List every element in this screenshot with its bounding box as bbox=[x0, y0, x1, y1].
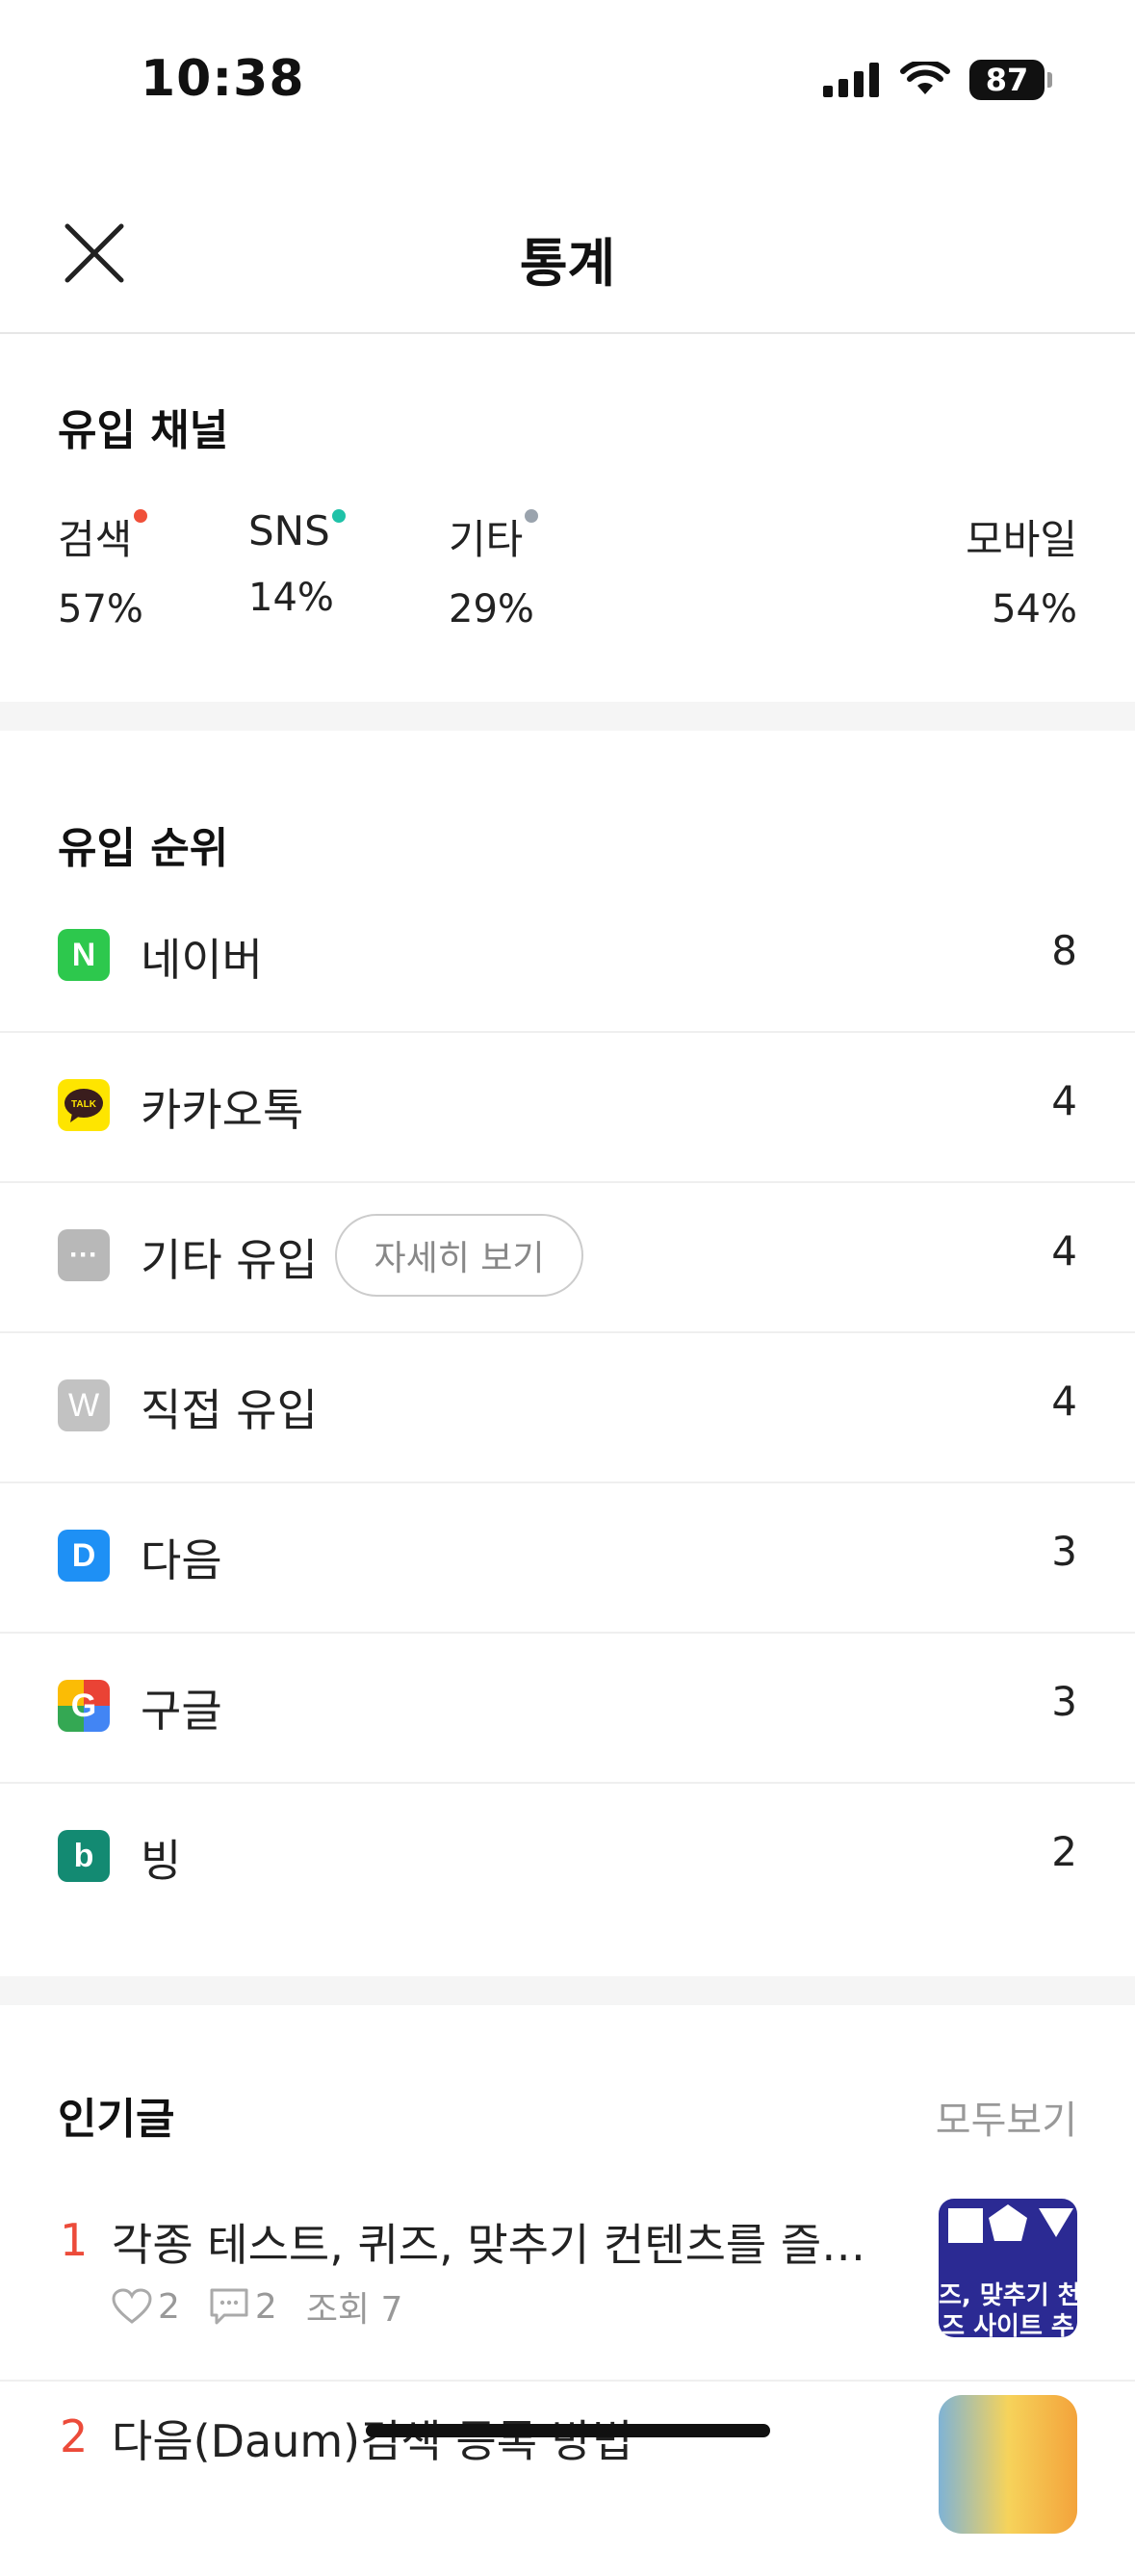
post-title: 각종 테스트, 퀴즈, 맞추기 컨텐츠를 즐기... bbox=[112, 2219, 882, 2271]
ranking-row-daum[interactable]: D 다음 3 bbox=[0, 1481, 1135, 1634]
channel-dot bbox=[525, 509, 539, 523]
channel-value: 29% bbox=[449, 587, 534, 631]
ranking-label: 카카오톡 bbox=[141, 1084, 304, 1136]
ranking-section-title: 유입 순위 bbox=[58, 824, 229, 873]
daum-icon: D bbox=[58, 1530, 110, 1582]
ranking-count: 4 bbox=[1051, 1077, 1077, 1124]
ranking-label: 빙 bbox=[141, 1835, 182, 1887]
thumb-text-line: 즈 사이트 추 bbox=[942, 2312, 1074, 2337]
ranking-label: 네이버 bbox=[141, 934, 263, 986]
ranking-row-naver[interactable]: N 네이버 8 bbox=[0, 881, 1135, 1033]
status-icons: 87 bbox=[823, 60, 1052, 100]
channel-label: SNS bbox=[248, 507, 330, 554]
channel-sns: SNS 14% bbox=[248, 507, 346, 620]
post-thumbnail: 즈, 맞추기 천 즈 사이트 추 bbox=[939, 2199, 1077, 2337]
channel-value: 57% bbox=[58, 587, 143, 631]
cellular-signal-icon bbox=[823, 63, 879, 97]
see-all-link[interactable]: 모두보기 bbox=[936, 2089, 1077, 2145]
ranking-count: 2 bbox=[1051, 1828, 1077, 1875]
comment-icon bbox=[210, 2288, 248, 2325]
status-bar: 10:38 87 bbox=[0, 0, 1135, 164]
page-title: 통계 bbox=[519, 233, 616, 294]
channel-label: 검색 bbox=[58, 516, 133, 563]
channel-label: 기타 bbox=[449, 516, 524, 563]
channel-value: 14% bbox=[248, 576, 334, 620]
ranking-row-direct[interactable]: W 직접 유입 4 bbox=[0, 1331, 1135, 1483]
post-meta: 2 2 조회 7 bbox=[112, 2281, 431, 2331]
post-title: 다음(Daum)검색 등록 방법 bbox=[112, 2415, 633, 2467]
channel-section: 유입 채널 검색 57% SNS 14% 기타 29% 모바일 54% bbox=[0, 334, 1135, 702]
popular-section-title: 인기글 bbox=[58, 2095, 175, 2144]
naver-icon: N bbox=[58, 929, 110, 981]
ranking-label: 직접 유입 bbox=[141, 1384, 318, 1436]
channel-other: 기타 29% bbox=[449, 507, 539, 631]
popular-post-item[interactable]: 2 다음(Daum)검색 등록 방법 bbox=[0, 2382, 1135, 2576]
ranking-count: 3 bbox=[1051, 1678, 1077, 1725]
google-icon: G bbox=[58, 1680, 110, 1732]
battery-indicator: 87 bbox=[969, 60, 1052, 100]
ranking-label: 기타 유입 bbox=[141, 1234, 318, 1286]
view-details-button[interactable]: 자세히 보기 bbox=[335, 1214, 583, 1297]
ranking-row-kakaotalk[interactable]: TALK 카카오톡 4 bbox=[0, 1031, 1135, 1183]
ranking-label: 구글 bbox=[141, 1685, 222, 1737]
post-likes: 2 bbox=[112, 2287, 180, 2327]
post-comment-count: 2 bbox=[254, 2286, 277, 2327]
post-views: 조회 7 bbox=[305, 2290, 403, 2330]
post-like-count: 2 bbox=[158, 2286, 180, 2327]
ranking-row-bing[interactable]: b 빙 2 bbox=[0, 1782, 1135, 1932]
ranking-count: 3 bbox=[1051, 1528, 1077, 1575]
kakaotalk-icon: TALK bbox=[58, 1079, 110, 1131]
popular-post-item[interactable]: 1 각종 테스트, 퀴즈, 맞추기 컨텐츠를 즐기... 2 2 조회 7 즈,… bbox=[0, 2185, 1135, 2382]
ranking-count: 4 bbox=[1051, 1227, 1077, 1275]
ranking-count: 8 bbox=[1051, 927, 1077, 974]
kakaotalk-bubble-icon: TALK bbox=[64, 1089, 103, 1122]
home-indicator bbox=[366, 2424, 770, 2437]
post-comments: 2 bbox=[209, 2287, 277, 2327]
ranking-label: 다음 bbox=[141, 1534, 222, 1586]
wifi-icon bbox=[900, 62, 950, 94]
header: 통계 bbox=[0, 178, 1135, 334]
channel-dot bbox=[331, 509, 346, 523]
post-rank: 1 bbox=[60, 2214, 89, 2266]
ranking-row-other[interactable]: ··· 기타 유입 자세히 보기 4 bbox=[0, 1181, 1135, 1333]
heart-icon bbox=[112, 2288, 152, 2324]
kakaotalk-icon-text: TALK bbox=[71, 1099, 97, 1110]
section-divider bbox=[0, 1976, 1135, 2005]
status-time: 10:38 bbox=[141, 50, 305, 108]
channel-section-title: 유입 채널 bbox=[58, 406, 229, 455]
post-thumbnail bbox=[939, 2395, 1077, 2534]
channel-mobile: 모바일 54% bbox=[966, 507, 1077, 631]
ranking-count: 4 bbox=[1051, 1378, 1077, 1425]
ranking-row-google[interactable]: G 구글 3 bbox=[0, 1632, 1135, 1784]
channel-label: 모바일 bbox=[966, 516, 1077, 563]
section-divider bbox=[0, 702, 1135, 731]
direct-w-icon: W bbox=[58, 1379, 110, 1431]
more-dots-icon: ··· bbox=[58, 1229, 110, 1281]
post-rank: 2 bbox=[60, 2410, 89, 2462]
channel-dot bbox=[134, 509, 148, 523]
channel-search: 검색 57% bbox=[58, 507, 148, 631]
channel-value: 54% bbox=[992, 587, 1077, 631]
bing-icon: b bbox=[58, 1830, 110, 1882]
shapes-graphic-icon bbox=[948, 2204, 1073, 2243]
